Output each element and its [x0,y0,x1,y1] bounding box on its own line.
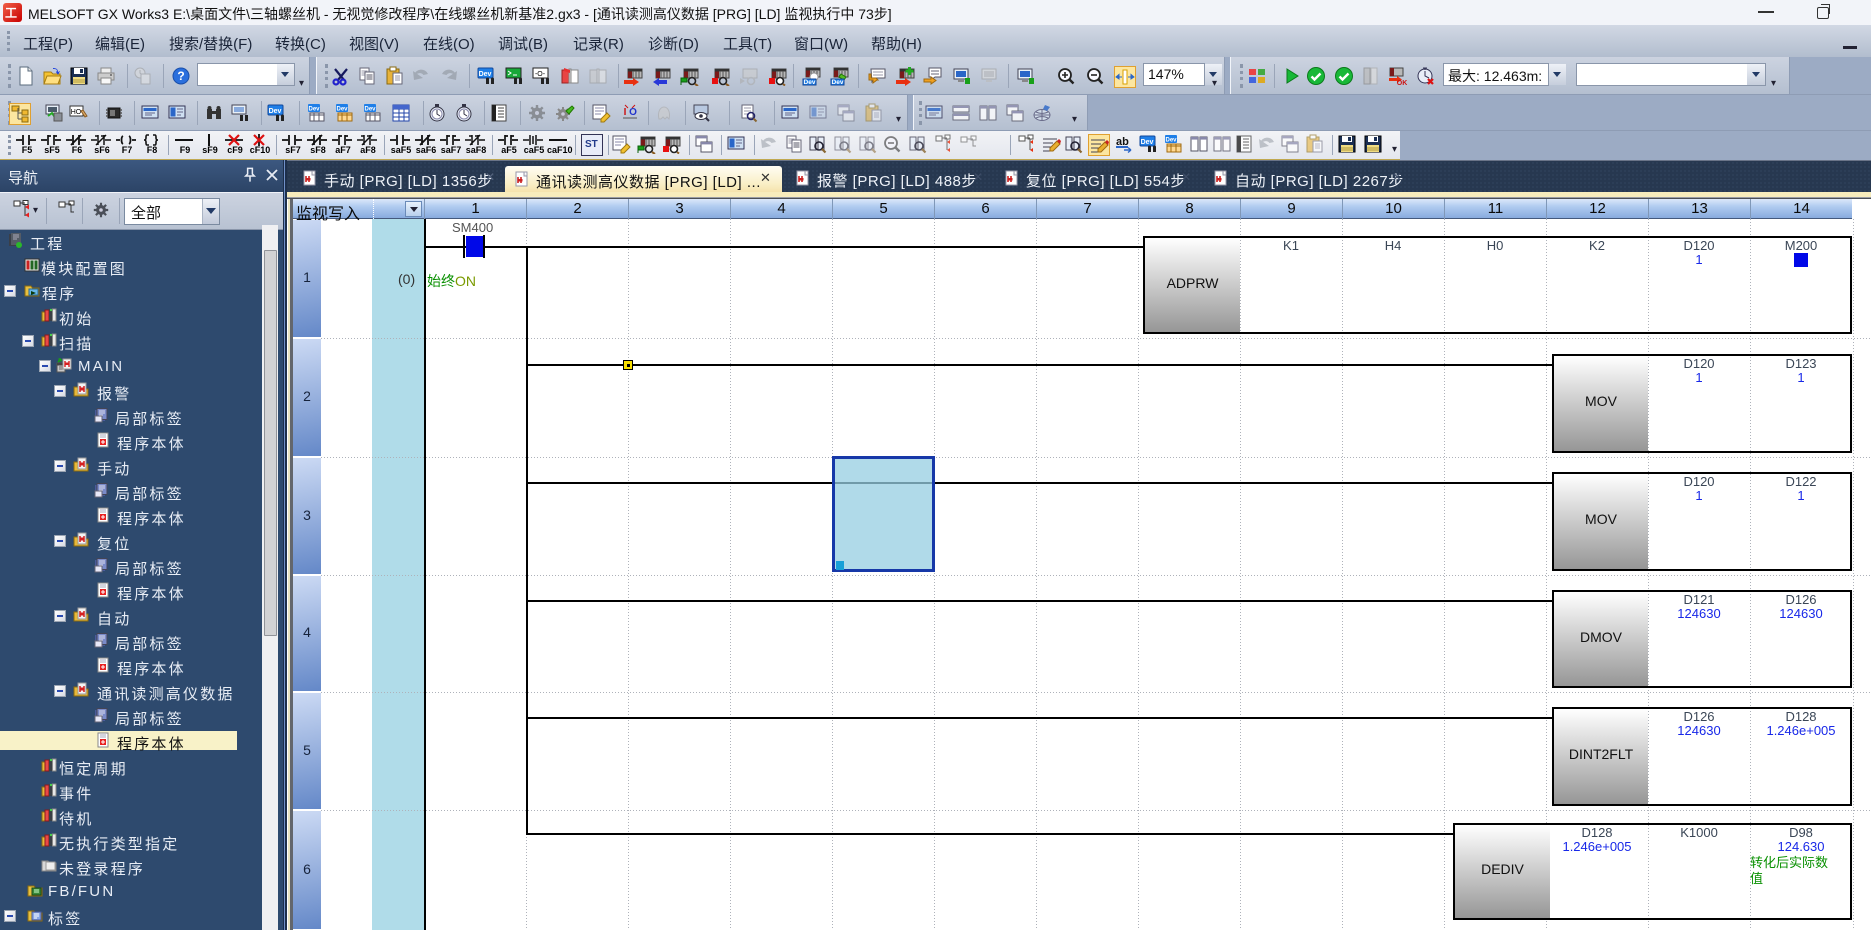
svg-text:Dev: Dev [364,107,376,113]
svg-text:?: ? [177,69,184,83]
svg-text:Dev: Dev [832,79,844,86]
svg-text:I: I [624,107,627,118]
svg-text:Dev: Dev [269,108,282,115]
svg-text:Dev: Dev [1165,138,1177,144]
svg-text:Dev: Dev [308,107,320,113]
svg-text:Dev: Dev [804,79,816,86]
svg-text:OK: OK [1397,80,1407,86]
svg-text:Dev: Dev [479,71,492,78]
svg-text:-O-: -O- [535,71,546,78]
svg-text:Dev: Dev [336,107,348,113]
svg-text:O: O [629,107,637,118]
svg-text:HO: HO [71,109,82,116]
svg-text:Dev: Dev [1141,139,1154,146]
